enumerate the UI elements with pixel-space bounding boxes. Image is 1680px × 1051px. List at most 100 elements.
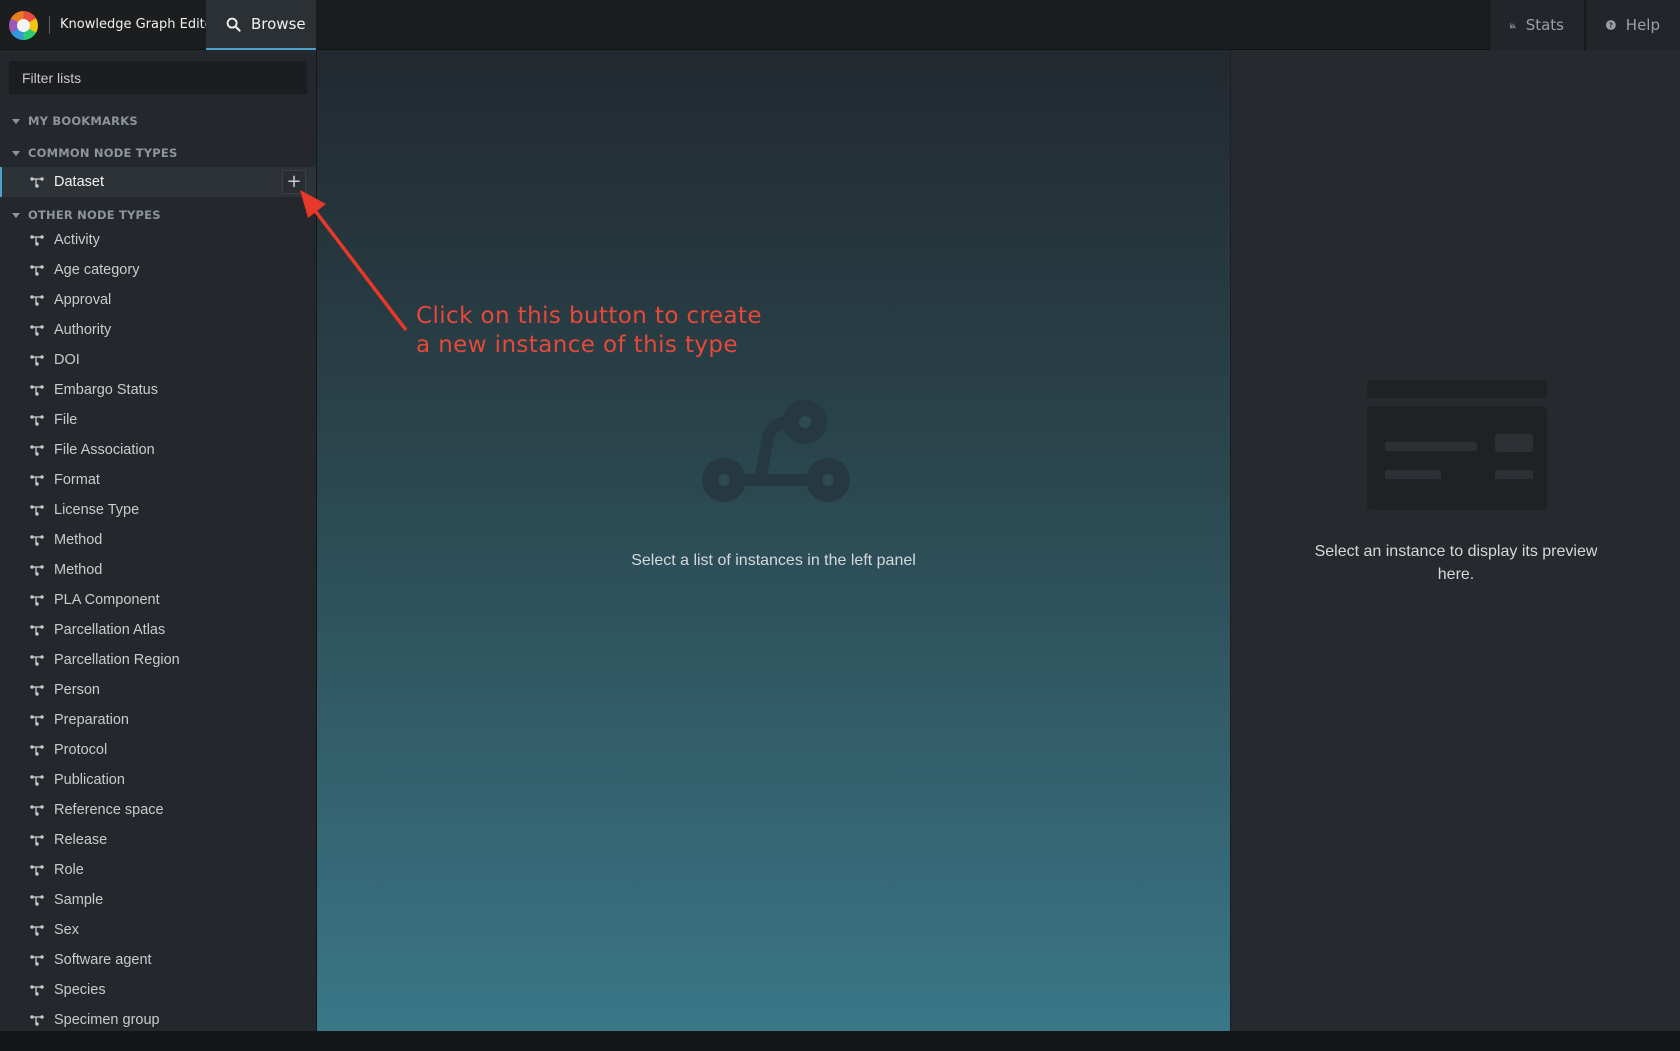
sidebar-item[interactable]: Software agent xyxy=(0,945,316,975)
sidebar-item[interactable]: File Association xyxy=(0,435,316,465)
sidebar-item[interactable]: Sample xyxy=(0,885,316,915)
center-empty-message: Select a list of instances in the left p… xyxy=(631,552,916,569)
sidebar-item-label: Format xyxy=(54,472,100,488)
node-type-icon xyxy=(30,894,44,906)
node-type-icon xyxy=(30,176,44,188)
section-common-node-types[interactable]: COMMON NODE TYPES xyxy=(12,143,177,163)
sidebar-item-label: Protocol xyxy=(54,742,108,758)
node-type-icon xyxy=(30,654,44,666)
node-type-icon xyxy=(30,324,44,336)
instances-panel: Select a list of instances in the left p… xyxy=(317,50,1230,1031)
sidebar-item[interactable]: Method xyxy=(0,555,316,585)
sidebar-item-label: Age category xyxy=(54,262,140,278)
node-type-icon xyxy=(30,234,44,246)
question-circle-icon: ? xyxy=(1606,20,1616,30)
sidebar-item-label: Publication xyxy=(54,772,125,788)
section-other-node-types[interactable]: OTHER NODE TYPES xyxy=(12,205,161,225)
stats-button[interactable]: Stats xyxy=(1489,0,1584,50)
sidebar-item[interactable]: Person xyxy=(0,675,316,705)
sidebar-item[interactable]: Specimen group xyxy=(0,1005,316,1031)
sidebar-item-label: Release xyxy=(54,832,108,848)
sidebar-item-label: License Type xyxy=(54,502,140,518)
sidebar-item[interactable]: Parcellation Atlas xyxy=(0,615,316,645)
sidebar-item-label: Reference space xyxy=(54,802,164,818)
app-title: Knowledge Graph Editor xyxy=(60,17,219,32)
app-logo-icon[interactable] xyxy=(9,11,38,40)
stats-label: Stats xyxy=(1525,16,1564,34)
node-type-icon xyxy=(30,834,44,846)
node-type-icon xyxy=(30,264,44,276)
sidebar-item-label: File Association xyxy=(54,442,155,458)
preview-card-placeholder-icon xyxy=(1367,380,1547,510)
filter-lists-input[interactable] xyxy=(9,61,307,94)
sidebar-item[interactable]: Parcellation Region xyxy=(0,645,316,675)
sidebar-item[interactable]: File xyxy=(0,405,316,435)
sidebar-item[interactable]: Authority xyxy=(0,315,316,345)
node-type-icon xyxy=(30,774,44,786)
sidebar-item-label: Species xyxy=(54,982,106,998)
sidebar-item-label: Person xyxy=(54,682,100,698)
node-type-icon xyxy=(30,744,44,756)
node-type-icon xyxy=(30,444,44,456)
node-type-icon xyxy=(30,384,44,396)
sidebar-item[interactable]: Release xyxy=(0,825,316,855)
sidebar-item-dataset[interactable]: Dataset + xyxy=(0,167,316,197)
sidebar-item[interactable]: Approval xyxy=(0,285,316,315)
sidebar-item[interactable]: Preparation xyxy=(0,705,316,735)
section-label: MY BOOKMARKS xyxy=(28,114,138,128)
tab-browse[interactable]: Browse xyxy=(206,0,316,50)
sidebar-item[interactable]: Protocol xyxy=(0,735,316,765)
node-type-icon xyxy=(30,984,44,996)
sidebar-item[interactable]: Reference space xyxy=(0,795,316,825)
sidebar-item[interactable]: Age category xyxy=(0,255,316,285)
sidebar-item[interactable]: Method xyxy=(0,525,316,555)
help-button[interactable]: ? Help xyxy=(1585,0,1680,50)
graph-placeholder-icon xyxy=(702,400,850,502)
node-type-icon xyxy=(30,294,44,306)
preview-panel: Select an instance to display its previe… xyxy=(1230,50,1680,1031)
node-type-icon xyxy=(30,684,44,696)
sidebar-item-label: Method xyxy=(54,532,103,548)
plus-icon: + xyxy=(286,171,302,192)
search-icon xyxy=(226,17,241,32)
sidebar-item[interactable]: DOI xyxy=(0,345,316,375)
sidebar-item-label: Authority xyxy=(54,322,112,338)
node-type-icon xyxy=(30,564,44,576)
sidebar-item[interactable]: Publication xyxy=(0,765,316,795)
section-my-bookmarks[interactable]: MY BOOKMARKS xyxy=(12,111,138,131)
node-type-icon xyxy=(30,924,44,936)
node-type-icon xyxy=(30,624,44,636)
sidebar-item[interactable]: Format xyxy=(0,465,316,495)
svg-text:?: ? xyxy=(1609,21,1613,29)
section-label: COMMON NODE TYPES xyxy=(28,146,178,160)
node-type-icon xyxy=(30,414,44,426)
sidebar-item-label: PLA Component xyxy=(54,592,160,608)
section-label: OTHER NODE TYPES xyxy=(28,208,161,222)
sidebar-item-label: Parcellation Region xyxy=(54,652,180,668)
sidebar-item-label: Embargo Status xyxy=(54,382,158,398)
sidebar-item-label: Approval xyxy=(54,292,112,308)
sidebar-item-label: Role xyxy=(54,862,84,878)
sidebar-item[interactable]: License Type xyxy=(0,495,316,525)
caret-down-icon xyxy=(12,118,20,124)
status-bar xyxy=(0,1031,1680,1051)
sidebar-item[interactable]: Activity xyxy=(0,225,316,255)
node-type-icon xyxy=(30,504,44,516)
sidebar-item[interactable]: Sex xyxy=(0,915,316,945)
node-type-icon xyxy=(30,1014,44,1026)
caret-down-icon xyxy=(12,212,20,218)
sidebar-item-label: Specimen group xyxy=(54,1012,160,1028)
annotation-line-2: a new instance of this type xyxy=(416,332,738,358)
caret-down-icon xyxy=(12,150,20,156)
sidebar-item[interactable]: Role xyxy=(0,855,316,885)
sidebar-item[interactable]: PLA Component xyxy=(0,585,316,615)
sidebar-item-label: File xyxy=(54,412,78,428)
annotation-line-1: Click on this button to create xyxy=(416,303,762,329)
sidebar-item-label: DOI xyxy=(54,352,80,368)
sidebar-item[interactable]: Species xyxy=(0,975,316,1005)
sidebar-item[interactable]: Embargo Status xyxy=(0,375,316,405)
node-type-icon xyxy=(30,594,44,606)
sidebar-item-label: Method xyxy=(54,562,103,578)
node-type-icon xyxy=(30,864,44,876)
sidebar-item-label: Preparation xyxy=(54,712,129,728)
